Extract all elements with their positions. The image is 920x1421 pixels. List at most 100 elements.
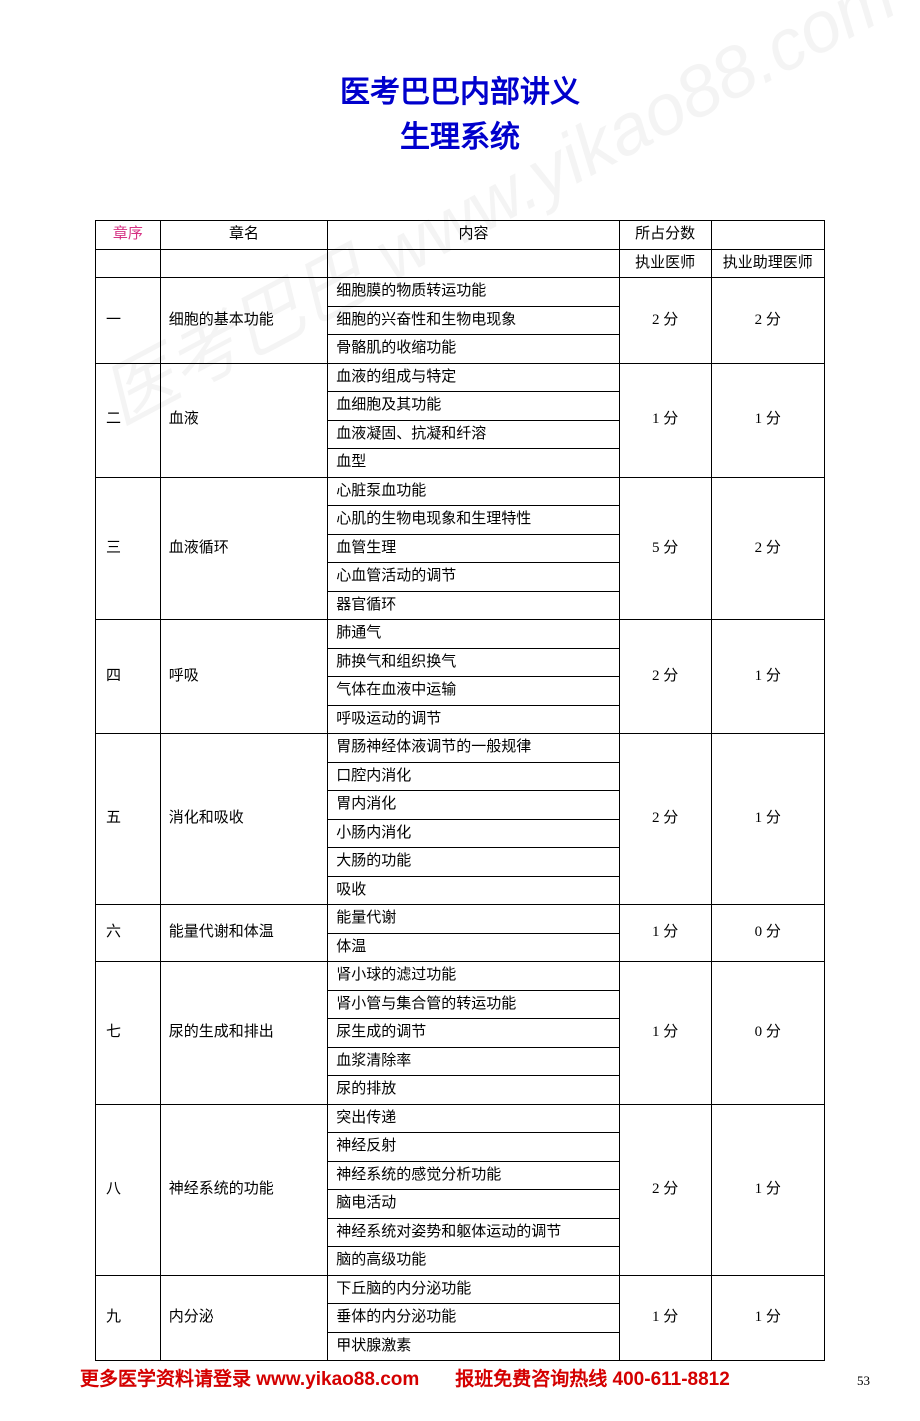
content-item: 小肠内消化 [328,819,620,848]
content-item: 细胞的兴奋性和生物电现象 [328,306,620,335]
score-assistant: 0 分 [711,962,824,1105]
content-item: 神经系统的感觉分析功能 [328,1161,620,1190]
header-content: 内容 [328,221,620,250]
subheader-blank-1 [96,249,161,278]
title-line-2: 生理系统 [95,115,825,160]
table-row: 五消化和吸收胃肠神经体液调节的一般规律2 分1 分 [96,734,825,763]
content-item: 胃肠神经体液调节的一般规律 [328,734,620,763]
score-assistant: 0 分 [711,905,824,962]
subheader-score2: 执业助理医师 [711,249,824,278]
footer-right-text: 报班免费咨询热线 400-611-8812 [455,1364,730,1391]
table-row: 四呼吸肺通气2 分1 分 [96,620,825,649]
page-title-block: 医考巴巴内部讲义 生理系统 [95,70,825,160]
score-assistant: 2 分 [711,278,824,364]
chapter-seq: 七 [96,962,161,1105]
content-item: 肺通气 [328,620,620,649]
content-item: 气体在血液中运输 [328,677,620,706]
chapter-seq: 五 [96,734,161,905]
table-row: 九内分泌下丘脑的内分泌功能1 分1 分 [96,1275,825,1304]
chapter-name: 呼吸 [160,620,327,734]
header-blank [711,221,824,250]
content-item: 能量代谢 [328,905,620,934]
chapter-name: 细胞的基本功能 [160,278,327,364]
score-assistant: 1 分 [711,620,824,734]
content-item: 体温 [328,933,620,962]
content-item: 胃内消化 [328,791,620,820]
content-item: 血型 [328,449,620,478]
content-item: 尿生成的调节 [328,1019,620,1048]
header-name: 章名 [160,221,327,250]
chapter-name: 血液 [160,363,327,477]
score-physician: 5 分 [619,477,711,620]
content-item: 血浆清除率 [328,1047,620,1076]
content-item: 脑的高级功能 [328,1247,620,1276]
content-item: 器官循环 [328,591,620,620]
table-row: 三血液循环心脏泵血功能5 分2 分 [96,477,825,506]
content-item: 吸收 [328,876,620,905]
chapter-seq: 九 [96,1275,161,1361]
chapter-name: 消化和吸收 [160,734,327,905]
content-item: 口腔内消化 [328,762,620,791]
content-item: 肾小球的滤过功能 [328,962,620,991]
content-item: 垂体的内分泌功能 [328,1304,620,1333]
chapter-name: 血液循环 [160,477,327,620]
chapter-seq: 八 [96,1104,161,1275]
table-body: 一细胞的基本功能细胞膜的物质转运功能2 分2 分细胞的兴奋性和生物电现象骨骼肌的… [96,278,825,1361]
chapter-table: 章序 章名 内容 所占分数 执业医师 执业助理医师 一细胞的基本功能细胞膜的物质… [95,220,825,1361]
content-item: 大肠的功能 [328,848,620,877]
header-seq: 章序 [96,221,161,250]
chapter-name: 尿的生成和排出 [160,962,327,1105]
content-item: 呼吸运动的调节 [328,705,620,734]
table-header-row: 章序 章名 内容 所占分数 [96,221,825,250]
table-row: 一细胞的基本功能细胞膜的物质转运功能2 分2 分 [96,278,825,307]
header-score: 所占分数 [619,221,711,250]
subheader-score1: 执业医师 [619,249,711,278]
footer-page-number: 53 [857,1373,870,1389]
subheader-blank-3 [328,249,620,278]
content-item: 甲状腺激素 [328,1332,620,1361]
content-item: 细胞膜的物质转运功能 [328,278,620,307]
content-item: 心肌的生物电现象和生理特性 [328,506,620,535]
score-physician: 2 分 [619,734,711,905]
score-physician: 1 分 [619,363,711,477]
content-item: 突出传递 [328,1104,620,1133]
score-physician: 1 分 [619,962,711,1105]
score-physician: 1 分 [619,905,711,962]
content-item: 尿的排放 [328,1076,620,1105]
score-physician: 2 分 [619,1104,711,1275]
title-line-1: 医考巴巴内部讲义 [95,70,825,115]
score-physician: 1 分 [619,1275,711,1361]
content-item: 下丘脑的内分泌功能 [328,1275,620,1304]
content-item: 神经系统对姿势和躯体运动的调节 [328,1218,620,1247]
content-item: 肾小管与集合管的转运功能 [328,990,620,1019]
content-item: 心脏泵血功能 [328,477,620,506]
score-assistant: 1 分 [711,1275,824,1361]
chapter-seq: 一 [96,278,161,364]
chapter-seq: 六 [96,905,161,962]
content-item: 心血管活动的调节 [328,563,620,592]
content-item: 骨骼肌的收缩功能 [328,335,620,364]
chapter-seq: 三 [96,477,161,620]
content-item: 血液凝固、抗凝和纤溶 [328,420,620,449]
score-physician: 2 分 [619,620,711,734]
score-assistant: 1 分 [711,363,824,477]
chapter-name: 神经系统的功能 [160,1104,327,1275]
score-assistant: 1 分 [711,734,824,905]
subheader-blank-2 [160,249,327,278]
chapter-name: 内分泌 [160,1275,327,1361]
score-assistant: 1 分 [711,1104,824,1275]
score-assistant: 2 分 [711,477,824,620]
content-item: 肺换气和组织换气 [328,648,620,677]
content-item: 血管生理 [328,534,620,563]
content-item: 神经反射 [328,1133,620,1162]
page-footer: 更多医学资料请登录 www.yikao88.com 报班免费咨询热线 400-6… [80,1364,870,1391]
chapter-name: 能量代谢和体温 [160,905,327,962]
table-subheader-row: 执业医师 执业助理医师 [96,249,825,278]
footer-left-text: 更多医学资料请登录 www.yikao88.com [80,1364,419,1391]
content-item: 血液的组成与特定 [328,363,620,392]
table-row: 六能量代谢和体温能量代谢1 分0 分 [96,905,825,934]
content-item: 脑电活动 [328,1190,620,1219]
chapter-seq: 二 [96,363,161,477]
table-row: 八神经系统的功能突出传递2 分1 分 [96,1104,825,1133]
table-row: 二血液血液的组成与特定1 分1 分 [96,363,825,392]
